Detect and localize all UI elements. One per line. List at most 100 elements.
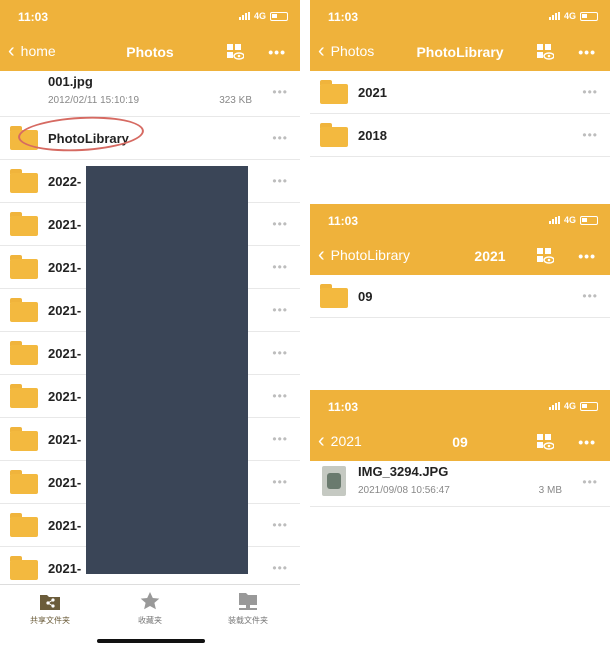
status-bar: 11:03 4G: [328, 214, 598, 230]
nav-bar: ‹ Photos PhotoLibrary •••: [310, 38, 610, 68]
more-icon[interactable]: •••: [272, 260, 288, 274]
folder-name: 2021-: [48, 346, 82, 361]
file-date: 2012/02/11 15:10:19: [48, 95, 140, 106]
shared-folder-icon: [40, 595, 60, 610]
view-mode-icon[interactable]: [226, 43, 244, 61]
left-screen: 11:03 4G ‹ home Photos ••• 001.jpg 2012/…: [0, 0, 300, 651]
network-label: 4G: [563, 401, 576, 411]
file-size: 323 KB: [219, 95, 252, 106]
folder-icon: [320, 284, 348, 308]
file-list: IMG_3294.JPG 2021/09/08 10:56:47 3 MB ••…: [310, 461, 610, 507]
tab-label: 共享文件夹: [30, 616, 70, 625]
battery-icon: [580, 215, 598, 225]
page-title: Photos: [126, 44, 174, 60]
more-icon[interactable]: •••: [582, 128, 598, 142]
status-time: 11:03: [328, 214, 359, 228]
folder-name: 2021-: [48, 518, 82, 533]
folder-name: 2021-: [48, 561, 82, 576]
header: 11:03 4G ‹ Photos PhotoLibrary •••: [310, 0, 610, 71]
status-bar: 11:03 4G: [18, 10, 288, 26]
more-icon[interactable]: •••: [582, 475, 598, 489]
chevron-left-icon: ‹: [318, 244, 325, 266]
view-mode-icon[interactable]: [536, 43, 554, 61]
folder-icon: [10, 255, 38, 279]
header: 11:03 4G ‹ home Photos •••: [0, 0, 300, 71]
more-icon[interactable]: •••: [272, 475, 288, 489]
more-icon[interactable]: •••: [272, 561, 288, 575]
folder-name: 09: [358, 289, 373, 304]
folder-icon: [10, 513, 38, 537]
folder-name: 2021-: [48, 217, 82, 232]
file-list: 09 •••: [310, 275, 610, 318]
folder-icon: [10, 384, 38, 408]
more-icon[interactable]: •••: [272, 131, 288, 145]
more-icon[interactable]: •••: [578, 44, 596, 60]
nav-bar: ‹ home Photos •••: [0, 38, 300, 68]
photo-thumbnail: [322, 466, 346, 496]
nav-bar: ‹ PhotoLibrary 2021 •••: [310, 242, 610, 272]
folder-icon: [10, 169, 38, 193]
folder-name: 2018: [358, 128, 387, 143]
tab-label: 装载文件夹: [228, 616, 268, 625]
more-icon[interactable]: •••: [582, 85, 598, 99]
tab-mounted-folder[interactable]: 装载文件夹: [208, 591, 288, 626]
page-title: 09: [452, 434, 468, 450]
view-mode-icon[interactable]: [536, 433, 554, 451]
more-icon[interactable]: •••: [272, 85, 288, 99]
more-icon[interactable]: •••: [582, 289, 598, 303]
list-item[interactable]: 2018 •••: [310, 114, 610, 157]
more-icon[interactable]: •••: [272, 432, 288, 446]
folder-icon: [10, 470, 38, 494]
folder-name: 2021: [358, 85, 387, 100]
right-screen-2021: 11:03 4G ‹ PhotoLibrary 2021 ••• 09 •••: [310, 204, 610, 386]
signal-icon: [238, 12, 250, 20]
folder-icon: [10, 212, 38, 236]
battery-icon: [580, 11, 598, 21]
folder-name: 2021-: [48, 260, 82, 275]
tab-favorites[interactable]: 收藏夹: [110, 591, 190, 626]
battery-icon: [270, 11, 288, 21]
file-list: 2021 ••• 2018 •••: [310, 71, 610, 157]
file-date: 2021/09/08 10:56:47: [358, 485, 450, 496]
battery-icon: [580, 401, 598, 411]
folder-name: 2021-: [48, 389, 82, 404]
folder-name: 2021-: [48, 303, 82, 318]
status-bar: 11:03 4G: [328, 400, 598, 416]
view-mode-icon[interactable]: [536, 247, 554, 265]
list-item[interactable]: IMG_3294.JPG 2021/09/08 10:56:47 3 MB ••…: [310, 461, 610, 507]
signal-icon: [548, 12, 560, 20]
folder-icon: [320, 80, 348, 104]
more-icon[interactable]: •••: [578, 248, 596, 264]
right-screen-09: 11:03 4G ‹ 2021 09 ••• IMG_3294.JPG 2021…: [310, 390, 610, 651]
more-icon[interactable]: •••: [268, 44, 286, 60]
list-item[interactable]: 09 •••: [310, 275, 610, 318]
folder-icon: [10, 341, 38, 365]
file-size: 3 MB: [538, 485, 562, 496]
status-time: 11:03: [18, 10, 49, 24]
header: 11:03 4G ‹ 2021 09 •••: [310, 390, 610, 461]
folder-icon: [10, 298, 38, 322]
more-icon[interactable]: •••: [272, 303, 288, 317]
header: 11:03 4G ‹ PhotoLibrary 2021 •••: [310, 204, 610, 275]
list-item[interactable]: 001.jpg 2012/02/11 15:10:19 323 KB •••: [0, 71, 300, 117]
folder-name: 2021-: [48, 475, 82, 490]
more-icon[interactable]: •••: [578, 434, 596, 450]
more-icon[interactable]: •••: [272, 346, 288, 360]
list-item[interactable]: 2021 •••: [310, 71, 610, 114]
nav-bar: ‹ 2021 09 •••: [310, 428, 610, 458]
more-icon[interactable]: •••: [272, 217, 288, 231]
tab-shared-folder[interactable]: 共享文件夹: [10, 591, 90, 626]
file-name: IMG_3294.JPG: [358, 464, 449, 479]
folder-icon: [320, 123, 348, 147]
mounted-folder-icon: [239, 593, 257, 610]
home-indicator: [97, 639, 205, 643]
more-icon[interactable]: •••: [272, 518, 288, 532]
right-screen-photolibrary: 11:03 4G ‹ Photos PhotoLibrary ••• 2021 •…: [310, 0, 610, 200]
redaction-block: [86, 166, 248, 574]
signal-icon: [548, 402, 560, 410]
folder-icon: [10, 427, 38, 451]
file-name: 001.jpg: [48, 74, 93, 89]
more-icon[interactable]: •••: [272, 174, 288, 188]
more-icon[interactable]: •••: [272, 389, 288, 403]
folder-icon: [10, 556, 38, 580]
